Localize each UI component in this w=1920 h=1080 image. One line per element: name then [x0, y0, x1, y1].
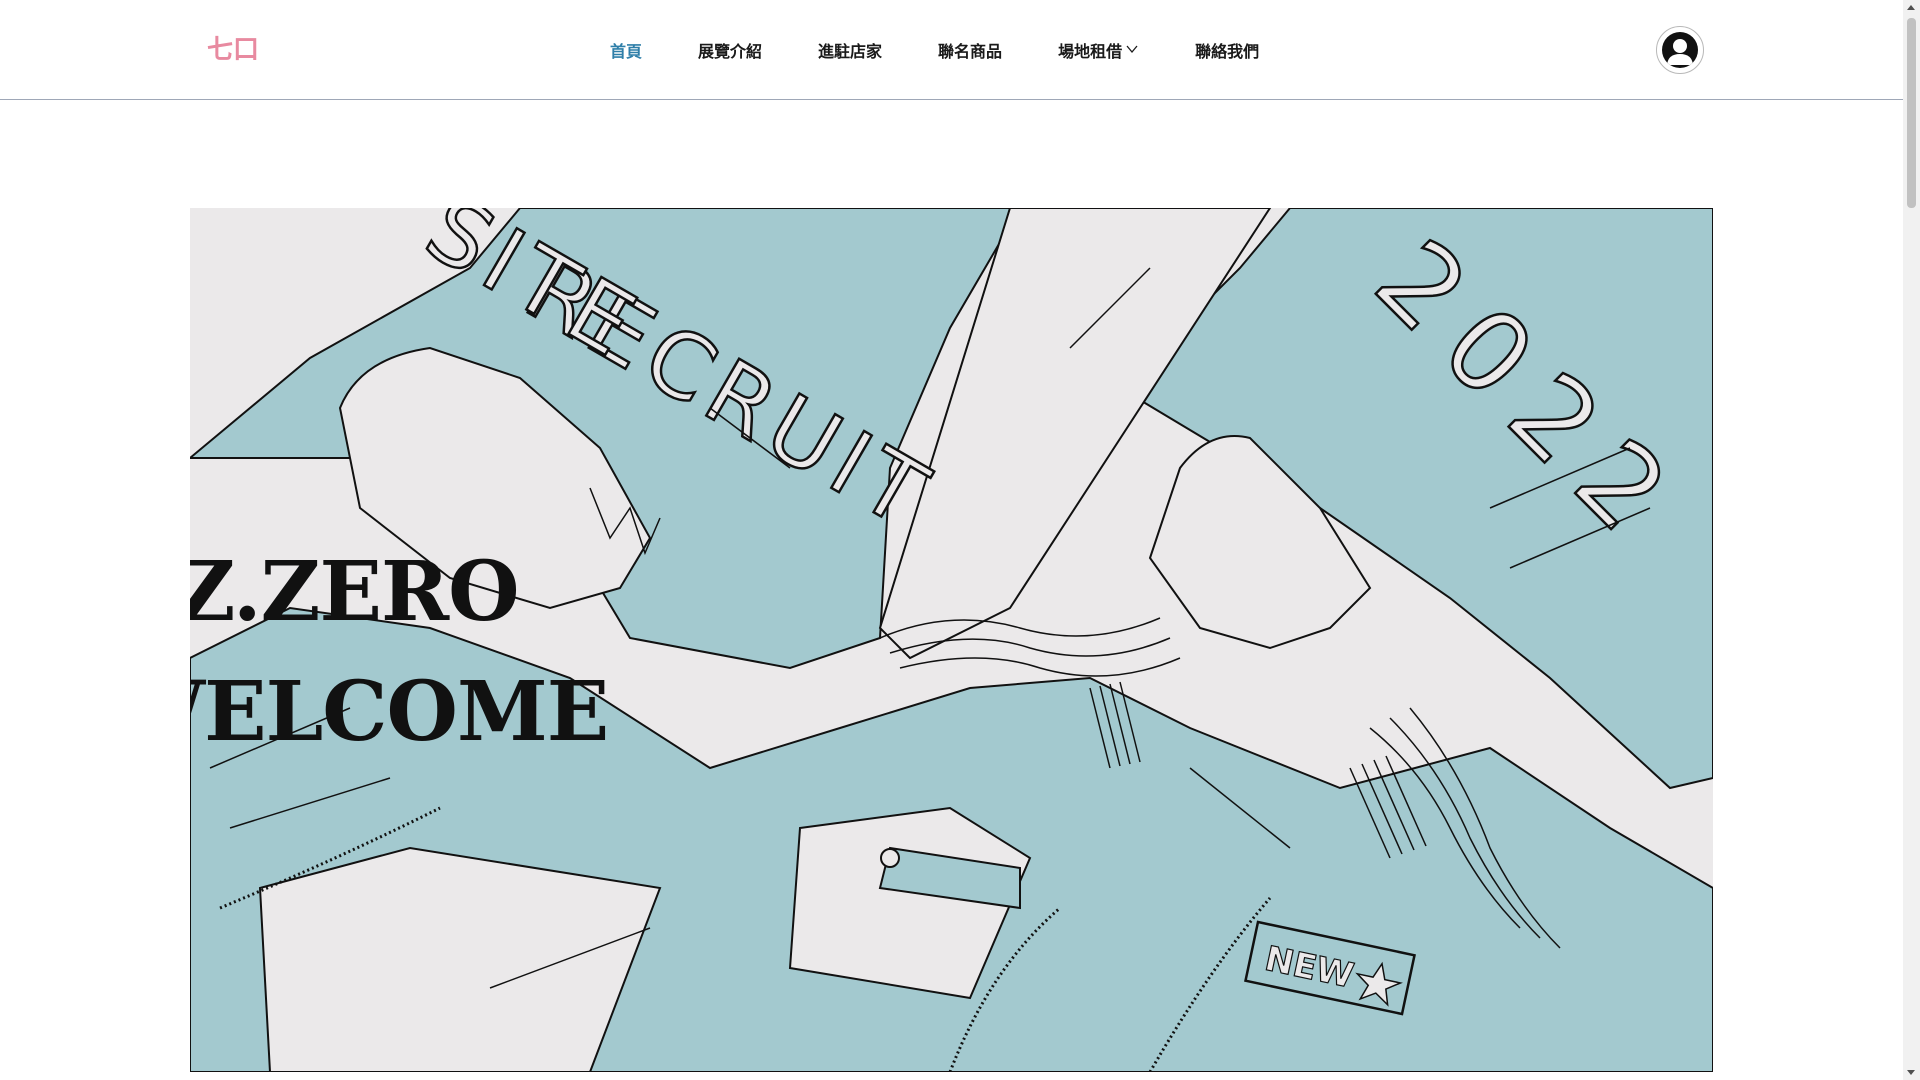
user-avatar-icon — [1662, 32, 1698, 68]
hero-heading: AZ.ZERO WELCOME — [190, 532, 609, 772]
hero-line-1: AZ.ZERO — [190, 544, 520, 640]
nav-home-label: 首頁 — [610, 42, 643, 61]
nav-home[interactable]: 首頁 — [610, 38, 642, 62]
nav-exhibition[interactable]: 展覽介紹 — [698, 38, 762, 62]
nav-shops-label: 進駐店家 — [818, 42, 883, 61]
nav-venue-rental[interactable]: 場地租借 — [1058, 38, 1139, 62]
nav-shops[interactable]: 進駐店家 — [818, 38, 882, 62]
nav-contact[interactable]: 聯絡我們 — [1195, 38, 1259, 62]
nav-exhibition-label: 展覽介紹 — [698, 42, 763, 61]
hero-banner: NEW RECRUIT SITE 2022 AZ.ZERO WELCOME — [190, 208, 1713, 1072]
scroll-down-arrow-icon[interactable] — [1907, 1070, 1915, 1075]
logo-text: 七口 — [207, 35, 259, 65]
nav-collab-products[interactable]: 聯名商品 — [938, 38, 1002, 62]
user-avatar-button[interactable] — [1656, 26, 1704, 74]
scroll-up-arrow-icon[interactable] — [1907, 5, 1915, 10]
nav-venue-label: 場地租借 — [1058, 42, 1123, 61]
chevron-down-icon — [1126, 45, 1138, 54]
site-logo[interactable]: 七口 — [206, 34, 260, 66]
scroll-thumb[interactable] — [1907, 18, 1916, 208]
nav-collab-label: 聯名商品 — [938, 42, 1003, 61]
page-scrollbar[interactable] — [1903, 0, 1920, 1080]
hero-line-2: WELCOME — [190, 664, 609, 760]
main-nav: 首頁 展覽介紹 進駐店家 聯名商品 場地租借 聯絡我們 — [610, 0, 1259, 100]
site-header: 七口 首頁 展覽介紹 進駐店家 聯名商品 場地租借 聯絡我們 — [0, 0, 1903, 100]
nav-contact-label: 聯絡我們 — [1195, 42, 1260, 61]
